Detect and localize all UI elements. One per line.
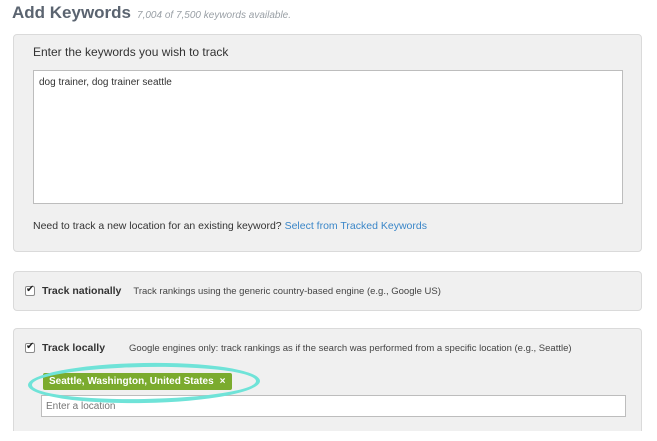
keywords-panel: Enter the keywords you wish to track dog… — [13, 34, 642, 252]
keywords-label: Enter the keywords you wish to track — [33, 45, 229, 59]
close-icon[interactable]: × — [220, 376, 226, 387]
location-tag-label: Seattle, Washington, United States — [49, 376, 214, 387]
select-tracked-keywords-link[interactable]: Select from Tracked Keywords — [285, 220, 427, 232]
help-line: Need to track a new location for an exis… — [33, 220, 427, 232]
page-header: Add Keywords 7,004 of 7,500 keywords ava… — [12, 3, 291, 23]
track-nationally-row: ✔ Track nationally Track rankings using … — [25, 284, 441, 297]
track-locally-label: Track locally — [42, 342, 106, 354]
track-nationally-checkbox[interactable]: ✔ — [25, 284, 35, 296]
page-title: Add Keywords — [12, 3, 132, 22]
track-locally-row: ✔ Track locally Google engines only: tra… — [25, 341, 572, 354]
track-nationally-description: Track rankings using the generic country… — [133, 285, 441, 297]
track-locally-checkbox[interactable]: ✔ — [25, 341, 35, 353]
track-locally-description: Google engines only: track rankings as i… — [129, 342, 572, 354]
help-text: Need to track a new location for an exis… — [33, 220, 282, 232]
track-nationally-panel: ✔ Track nationally Track rankings using … — [13, 271, 642, 311]
location-tag: Seattle, Washington, United States × — [43, 373, 232, 390]
track-nationally-label: Track nationally — [42, 285, 122, 297]
check-icon: ✔ — [26, 284, 35, 295]
track-locally-panel: ✔ Track locally Google engines only: tra… — [13, 328, 642, 431]
keywords-textarea[interactable]: dog trainer, dog trainer seattle — [33, 70, 623, 204]
check-icon: ✔ — [26, 341, 35, 352]
keywords-available-count: 7,004 of 7,500 keywords available. — [137, 10, 292, 21]
location-input[interactable] — [41, 395, 626, 417]
